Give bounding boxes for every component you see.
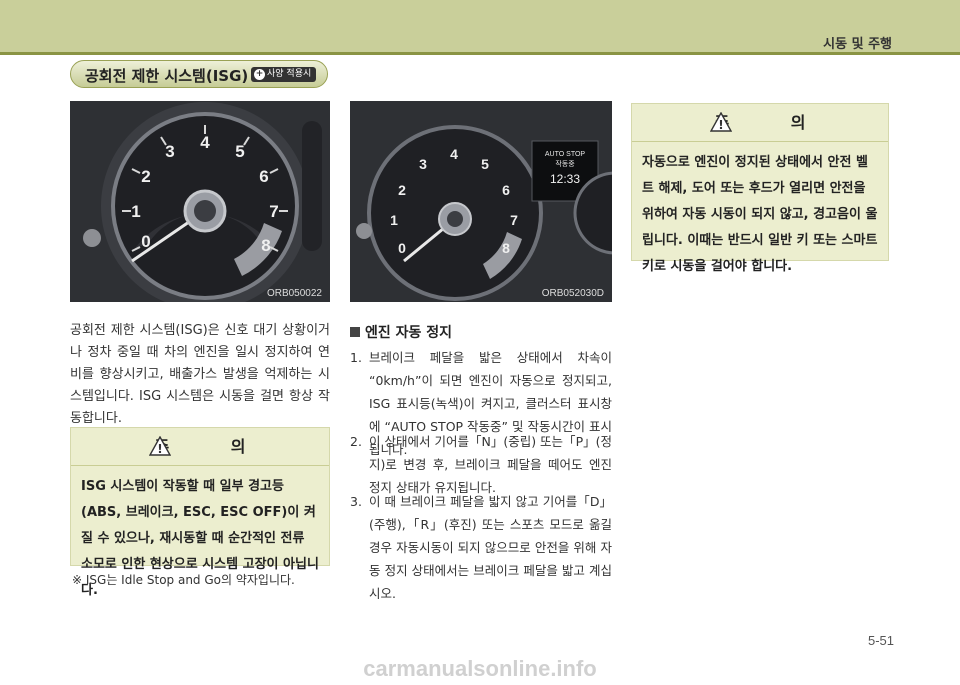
tach-number: 2 <box>398 182 406 198</box>
step-number: 2. <box>350 434 362 449</box>
figure-cluster: 0 1 2 3 4 5 6 7 8 AUTO STOP 작동중 12:33 OR… <box>350 101 612 302</box>
list-item: 3. 이 때 브레이크 페달을 밟지 않고 기어를「D」(주행),「R」(후진)… <box>350 490 612 605</box>
figure-code: ORB052030D <box>541 288 604 299</box>
auto-stop-time: 12:33 <box>550 172 580 186</box>
warning-mark: ! <box>157 442 162 456</box>
caution-heading: ! 주 의 <box>632 104 888 142</box>
subsection-heading: 엔진 자동 정지 <box>350 322 452 342</box>
abbreviation-note: ※ ISG는 Idle Stop and Go의 약자입니다. <box>72 573 295 587</box>
warning-lamp-icon <box>356 223 372 239</box>
caution-heading-label: 주 의 <box>714 113 834 132</box>
list-item: 2. 이 상태에서 기어를「N」(중립) 또는「P」(정지)로 변경 후, 브레… <box>350 430 612 499</box>
running-head: 시동 및 주행 <box>823 37 892 52</box>
warning-mark: ! <box>718 118 723 132</box>
square-bullet-icon <box>350 327 360 337</box>
tach-number: 3 <box>165 142 174 161</box>
step-text: 이 때 브레이크 페달을 밟지 않고 기어를「D」(주행),「R」(후진) 또는… <box>369 494 612 601</box>
caution-box-right: ! 주 의 자동으로 엔진이 정지된 상태에서 안전 벨트 해제, 도어 또는 … <box>631 103 889 274</box>
tach-number: 4 <box>450 146 458 162</box>
auto-stop-status: 작동중 <box>555 159 575 168</box>
header-band <box>0 0 960 52</box>
tach-number: 5 <box>481 156 489 172</box>
section-heading: 공회전 제한 시스템(ISG) + 사양 적용시 <box>70 60 328 88</box>
tach-number: 5 <box>235 142 244 161</box>
step-text: 이 상태에서 기어를「N」(중립) 또는「P」(정지)로 변경 후, 브레이크 … <box>369 434 612 495</box>
tach-number: 1 <box>390 212 398 228</box>
subsection-title: 엔진 자동 정지 <box>365 325 453 341</box>
tach-number: 3 <box>419 156 427 172</box>
section-title: 공회전 제한 시스템(ISG) <box>85 67 249 85</box>
tach-number: 2 <box>141 167 150 186</box>
warning-triangle-icon: ! <box>710 112 732 132</box>
watermark: carmanualsonline.info <box>363 656 597 681</box>
header-rule <box>0 52 960 55</box>
tach-number: 4 <box>200 133 210 152</box>
tach-number: 7 <box>269 202 278 221</box>
caution-heading: ! 주 의 <box>71 428 329 466</box>
warning-triangle-icon: ! <box>149 436 171 456</box>
tach-number: 6 <box>502 182 510 198</box>
tach-number: 6 <box>259 167 268 186</box>
intro-paragraph: 공회전 제한 시스템(ISG)은 신호 대기 상황이거나 정차 중일 때 차의 … <box>70 323 330 426</box>
warning-lamp-icon <box>83 229 101 247</box>
tach-number: 1 <box>131 202 140 221</box>
caution-box-left: ! 주 의 ISG 시스템이 작동할 때 일부 경고등(ABS, 브레이크, E… <box>70 427 330 598</box>
page-number: 5-51 <box>867 633 894 648</box>
figure-code: ORB050022 <box>266 288 322 299</box>
step-number: 3. <box>350 494 362 509</box>
tachometer-illustration: 0 1 2 3 4 5 6 7 8 <box>70 101 330 302</box>
tach-number: 7 <box>510 212 518 228</box>
cluster-illustration: 0 1 2 3 4 5 6 7 8 AUTO STOP 작동중 12:33 <box>350 101 612 302</box>
step-number: 1. <box>350 350 362 365</box>
caution-body: 자동으로 엔진이 정지된 상태에서 안전 벨트 해제, 도어 또는 후드가 열리… <box>642 155 878 274</box>
tach-number: 8 <box>502 240 510 256</box>
tach-number: 0 <box>398 240 406 256</box>
figure-tachometer: 0 1 2 3 4 5 6 7 8 ORB050022 <box>70 101 330 302</box>
spec-badge-label: 사양 적용시 <box>267 69 312 79</box>
tach-number: 8 <box>261 236 270 255</box>
spec-badge: + 사양 적용시 <box>251 67 317 82</box>
auto-stop-label: AUTO STOP <box>545 151 586 158</box>
plus-icon: + <box>254 69 265 80</box>
